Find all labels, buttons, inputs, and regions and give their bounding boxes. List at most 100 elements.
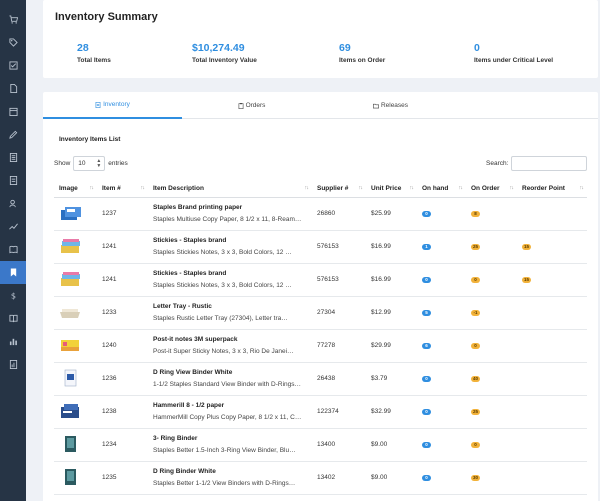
tab-orders[interactable]: Orders [182,92,321,119]
item-name: Hammerill 8 - 1/2 paper [153,402,225,409]
table-row[interactable]: 1234 3- Ring Binder Staples Better 1.5-Inc… [54,428,587,462]
sidebar-item-calendar[interactable] [0,100,26,123]
table-row[interactable]: 1241 Stickies - Staples brand Staples Stic… [54,230,587,264]
sidebar-nav: $ [0,8,26,376]
sidebar-item-report[interactable] [0,353,26,376]
show-label: Show [54,160,71,167]
column-header[interactable]: Image ↑↓ [54,180,97,198]
reorder-point-cell: 15 [517,263,587,297]
column-header[interactable]: Unit Price ↑↓ [366,180,417,198]
sidebar-item-book[interactable] [0,238,26,261]
image-cell [54,395,97,429]
table-row[interactable]: 1241 Stickies - Staples brand Staples Stic… [54,263,587,297]
cart-icon [8,15,18,24]
on-hand-cell: 5 [417,296,466,330]
item-number: 1233 [97,296,148,330]
column-header[interactable]: On hand ↑↓ [417,180,466,198]
stat-value: 69 [339,42,351,54]
supplier-number: 576153 [312,263,366,297]
sidebar-item-user-search[interactable] [0,192,26,215]
table-body: 1237 Staples Brand printing paper Staples … [54,197,587,495]
on-hand-cell: 6 [417,329,466,363]
table-row[interactable]: 1233 Letter Tray - Rustic Staples Rustic L… [54,296,587,330]
sidebar-item-bookmark[interactable] [0,261,26,284]
on-order-cell: 0 [466,263,517,297]
on-order-badge: 25 [471,244,481,250]
sidebar-item-checklist[interactable] [0,54,26,77]
on-order-cell: 0 [466,428,517,462]
sidebar-item-book-open[interactable] [0,307,26,330]
supplier-number: 13402 [312,461,366,495]
image-cell [54,230,97,264]
column-header[interactable]: Item Description ↑↓ [148,180,312,198]
table-row[interactable]: 1240 Post-it notes 3M superpack Post-it Su… [54,329,587,363]
sidebar-item-bar-chart[interactable] [0,330,26,353]
on-order-badge: -1 [471,310,480,316]
on-order-cell: 0 [466,329,517,363]
document-icon [9,153,17,162]
sidebar-item-dollar[interactable]: $ [0,284,26,307]
item-name: Staples Brand printing paper [153,204,243,211]
sidebar-item-edit[interactable] [0,123,26,146]
trend-icon [8,223,18,230]
sidebar-item-file[interactable] [0,77,26,100]
image-cell [54,461,97,495]
tab-releases[interactable]: Releases [321,92,460,119]
page-title: Inventory Summary [55,11,158,23]
unit-price: $32.99 [366,395,417,429]
list-icon [9,176,17,185]
svg-text:$: $ [10,291,15,300]
tab-label: Inventory [103,101,130,108]
file-icon [95,101,101,108]
search-input[interactable] [511,156,588,171]
column-header[interactable]: Item # ↑↓ [97,180,148,198]
sidebar-item-document[interactable] [0,146,26,169]
unit-price: $29.99 [366,329,417,363]
on-hand-cell: 1 [417,230,466,264]
entries-select[interactable]: 10 ▲ ▼ [73,156,106,171]
on-hand-cell: 0 [417,395,466,429]
supplier-number: 576153 [312,230,366,264]
on-hand-cell: 0 [417,428,466,462]
table-row[interactable]: 1238 Hammerill 8 - 1/2 paper HammerMill Co… [54,395,587,429]
column-header[interactable]: Supplier # ↑↓ [312,180,366,198]
on-hand-badge: 0 [422,442,431,448]
sidebar-item-trend[interactable] [0,215,26,238]
stat-total-value: $10,274.49 Total Inventory Value [192,42,257,64]
item-number: 1236 [97,362,148,396]
image-cell [54,362,97,396]
column-header[interactable]: On Order ↑↓ [466,180,517,198]
on-order-badge: 8 [471,211,480,217]
on-hand-badge: 1 [422,244,431,250]
description-cell: D Ring Binder White Staples Better 1-1/2 … [148,461,312,495]
tag-icon [8,38,18,47]
item-name: 3- Ring Binder [153,435,198,442]
book-icon [8,245,18,254]
sidebar-item-cart[interactable] [0,8,26,31]
sidebar-item-tag[interactable] [0,31,26,54]
item-subtitle: Staples Stickies Notes, 3 x 3, Bold Colo… [153,282,292,289]
stat-label: Items on Order [339,57,386,64]
table-row[interactable]: 1236 D Ring View Binder White 1-1/2 Staple… [54,362,587,396]
unit-price: $16.99 [366,263,417,297]
user-search-icon [8,199,16,208]
column-header-label: Reorder Point [522,184,565,192]
table-row[interactable]: 1235 D Ring Binder White Staples Better 1-… [54,461,587,495]
item-number: 1235 [97,461,148,495]
on-hand-cell: 0 [417,263,466,297]
on-hand-badge: 6 [422,343,431,349]
column-header[interactable]: Reorder Point ↑↓ [517,180,587,198]
on-hand-badge: 0 [422,277,431,283]
item-name: Stickies - Staples brand [153,237,227,244]
description-cell: 3- Ring Binder Staples Better 1.5-Inch 3-… [148,428,312,462]
supplier-number: 27304 [312,296,366,330]
report-icon [9,360,17,369]
description-cell: D Ring View Binder White 1-1/2 Staples St… [148,362,312,396]
item-number: 1241 [97,230,148,264]
on-order-badge: 30 [471,475,481,481]
table-row[interactable]: 1237 Staples Brand printing paper Staples … [54,197,587,231]
sidebar-item-list[interactable] [0,169,26,192]
item-subtitle: Post-it Super Sticky Notes, 3 x 3, Rio D… [153,348,294,355]
stat-items-on-order: 69 Items on Order [339,42,385,64]
tab-inventory[interactable]: Inventory [43,92,182,119]
